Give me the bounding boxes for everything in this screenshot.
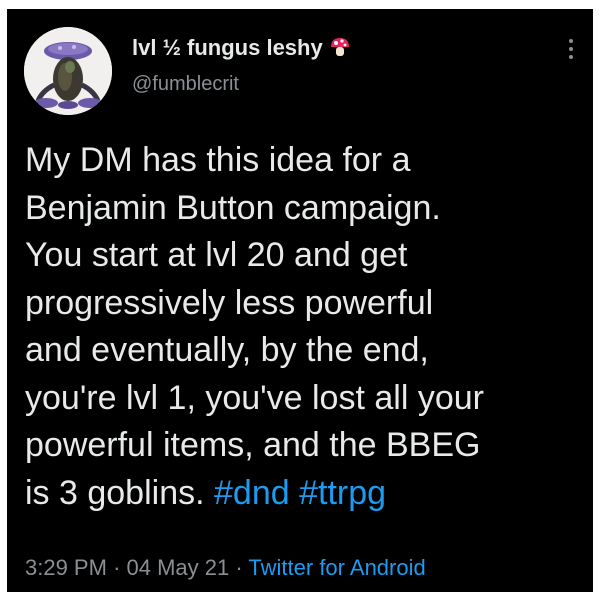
display-name-text: lvl ½ fungus leshy — [132, 35, 323, 60]
display-name[interactable]: lvl ½ fungus leshy — [132, 35, 351, 61]
tweet-line: powerful items, and the BBEG — [25, 426, 481, 464]
tweet-line: you're lvl 1, you've lost all your — [25, 378, 484, 417]
author-handle[interactable]: @fumblecrit — [132, 73, 239, 96]
more-vertical-icon[interactable] — [563, 39, 579, 63]
tweet-line: Benjamin Button campaign. — [25, 188, 441, 227]
tweet-line: and eventually, by the end, — [25, 331, 429, 369]
tweet-text: My DM has this idea for a Benjamin Butto… — [25, 137, 585, 517]
avatar[interactable] — [24, 27, 112, 115]
mushroom-icon — [329, 36, 351, 58]
tweet-line: My DM has this idea for a — [25, 141, 411, 179]
tweet-line: progressively less powerful — [25, 283, 434, 322]
fungus-leshy-figure-icon — [24, 27, 112, 115]
tweet-source[interactable]: Twitter for Android — [248, 555, 425, 580]
tweet-meta: 3:29 PM · 04 May 21 · Twitter for Androi… — [25, 555, 426, 581]
tweet-card: lvl ½ fungus leshy @fumblecrit My DM has… — [7, 9, 593, 592]
hashtag-dnd[interactable]: #dnd — [214, 474, 290, 512]
tweet-line: You start at lvl 20 and get — [25, 236, 408, 274]
tweet-last-line-text: is 3 goblins. — [25, 473, 205, 512]
tweet-time[interactable]: 3:29 PM — [25, 555, 107, 580]
hashtag-ttrpg[interactable]: #ttrpg — [299, 474, 386, 512]
meta-separator: · — [113, 555, 121, 580]
tweet-date[interactable]: 04 May 21 — [127, 555, 230, 580]
meta-separator: · — [235, 555, 243, 580]
tweet-last-line: is 3 goblins. #dnd #ttrpg — [25, 470, 585, 518]
